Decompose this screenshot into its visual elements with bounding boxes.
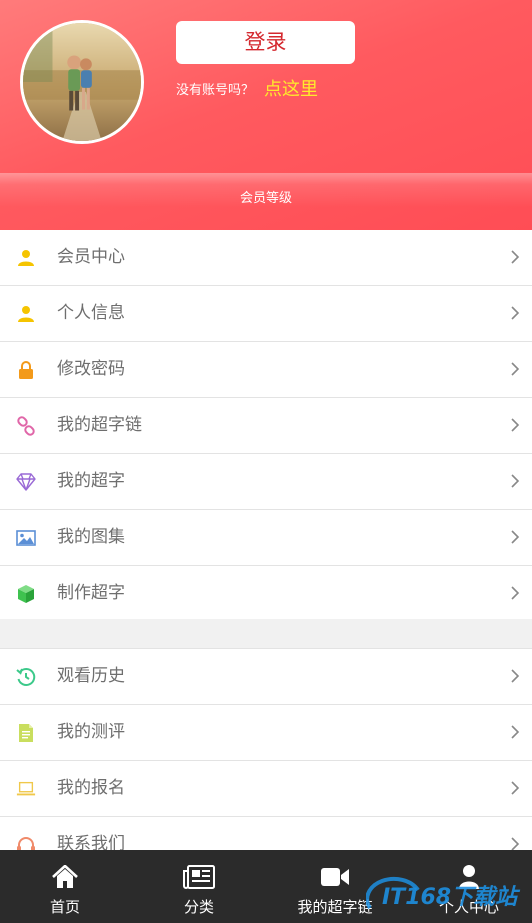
menu-item-my-gallery[interactable]: 我的图集	[0, 510, 532, 566]
menu-item-label: 个人信息	[57, 303, 125, 323]
cube-icon	[16, 584, 36, 604]
chevron-right-icon	[511, 530, 520, 544]
laptop-icon	[16, 779, 36, 799]
chevron-right-icon	[511, 306, 520, 320]
menu-item-create-super-word[interactable]: 制作超字	[0, 566, 532, 622]
menu-group-account: 会员中心 个人信息 修改密码 我的超字链 我的超字 我的图集 制作超字	[0, 230, 532, 622]
menu-item-watch-history[interactable]: 观看历史	[0, 649, 532, 705]
menu-item-label: 我的超字	[57, 471, 125, 491]
tab-label: 个人中心	[438, 898, 499, 916]
menu-item-my-super-word[interactable]: 我的超字	[0, 454, 532, 510]
video-camera-icon	[320, 864, 350, 890]
menu-item-member-center[interactable]: 会员中心	[0, 230, 532, 286]
image-icon	[16, 528, 36, 548]
menu-item-change-password[interactable]: 修改密码	[0, 342, 532, 398]
newspaper-icon	[183, 864, 215, 890]
link-icon	[16, 416, 36, 436]
menu-item-label: 观看历史	[57, 666, 125, 686]
avatar-photo	[23, 23, 141, 141]
menu-item-label: 会员中心	[57, 247, 125, 267]
menu-group-activity: 观看历史 我的测评 我的报名 联系我们	[0, 649, 532, 873]
chevron-right-icon	[511, 586, 520, 600]
chevron-right-icon	[511, 418, 520, 432]
user-icon	[16, 248, 36, 268]
diamond-icon	[16, 472, 36, 492]
person-icon	[458, 864, 480, 890]
login-button[interactable]: 登录	[176, 21, 355, 64]
history-icon	[16, 667, 36, 687]
chevron-right-icon	[511, 474, 520, 488]
menu-item-personal-info[interactable]: 个人信息	[0, 286, 532, 342]
menu-item-label: 我的图集	[57, 527, 125, 547]
home-icon	[52, 864, 78, 890]
bottom-tab-bar: 首页 分类 我的超字链 个人中心	[0, 850, 532, 923]
tab-home[interactable]: 首页	[24, 850, 106, 923]
document-icon	[16, 723, 36, 743]
tab-label: 首页	[49, 898, 80, 916]
tab-category[interactable]: 分类	[158, 850, 240, 923]
tab-personal-center[interactable]: 个人中心	[428, 850, 510, 923]
avatar[interactable]	[20, 20, 144, 144]
menu-item-my-reviews[interactable]: 我的测评	[0, 705, 532, 761]
chevron-right-icon	[511, 250, 520, 264]
register-link[interactable]: 点这里	[264, 79, 318, 101]
tab-my-super-link[interactable]: 我的超字链	[288, 850, 382, 923]
chevron-right-icon	[511, 781, 520, 795]
section-divider	[0, 619, 532, 649]
chevron-right-icon	[511, 725, 520, 739]
menu-item-label: 我的测评	[57, 722, 125, 742]
chevron-right-icon	[511, 837, 520, 851]
menu-item-my-registrations[interactable]: 我的报名	[0, 761, 532, 817]
menu-item-label: 我的报名	[57, 778, 125, 798]
menu-item-label: 我的超字链	[57, 415, 142, 435]
user-icon	[16, 304, 36, 324]
no-account-text: 没有账号吗？	[176, 83, 255, 98]
menu-item-label: 制作超字	[57, 583, 125, 603]
member-level-text[interactable]: 会员等级	[0, 190, 532, 208]
profile-header: 登录 没有账号吗？ 点这里 会员等级	[0, 0, 532, 230]
tab-label: 分类	[183, 898, 214, 916]
chevron-right-icon	[511, 669, 520, 683]
tab-label: 我的超字链	[297, 898, 373, 916]
menu-item-label: 修改密码	[57, 359, 125, 379]
lock-icon	[16, 360, 36, 380]
chevron-right-icon	[511, 362, 520, 376]
menu-item-my-super-link[interactable]: 我的超字链	[0, 398, 532, 454]
